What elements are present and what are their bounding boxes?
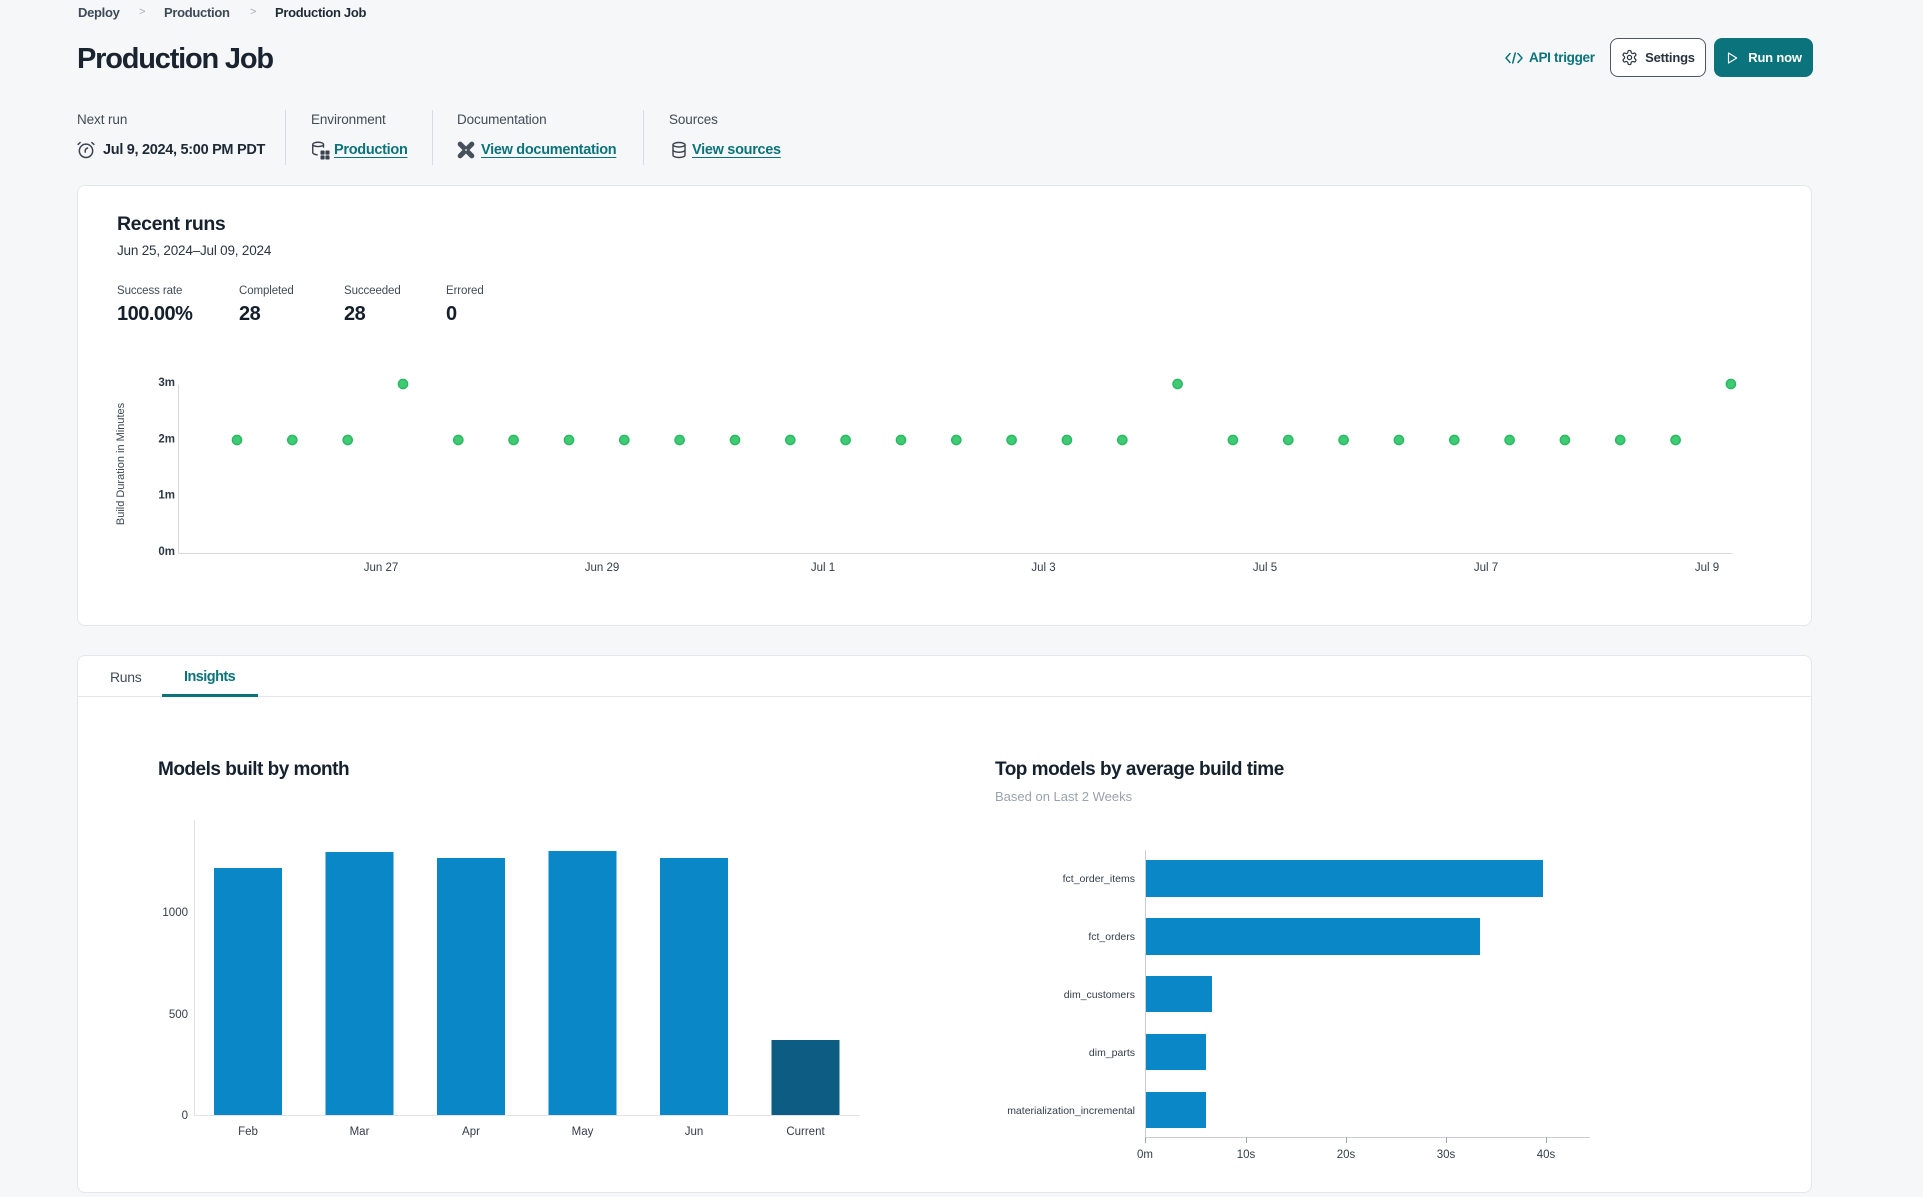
svg-text:Feb: Feb [238, 1126, 258, 1138]
svg-text:1000: 1000 [162, 907, 188, 919]
svg-text:Jul 1: Jul 1 [811, 562, 835, 574]
svg-text:0m: 0m [1137, 1149, 1153, 1161]
svg-text:10s: 10s [1237, 1149, 1256, 1161]
svg-text:fct_orders: fct_orders [1088, 931, 1135, 943]
svg-text:2m: 2m [158, 434, 175, 446]
svg-text:dim_customers: dim_customers [1064, 989, 1135, 1001]
svg-text:Build Duration in Minutes: Build Duration in Minutes [115, 402, 127, 525]
svg-text:0m: 0m [158, 546, 175, 558]
svg-text:Current: Current [786, 1126, 825, 1138]
svg-text:Jul 3: Jul 3 [1031, 562, 1055, 574]
svg-text:Jul 9: Jul 9 [1695, 562, 1719, 574]
svg-text:May: May [572, 1126, 594, 1138]
svg-text:40s: 40s [1537, 1149, 1556, 1161]
svg-text:dim_parts: dim_parts [1089, 1047, 1135, 1059]
svg-text:fct_order_items: fct_order_items [1063, 873, 1135, 885]
svg-text:30s: 30s [1437, 1149, 1456, 1161]
svg-text:20s: 20s [1337, 1149, 1356, 1161]
svg-text:3m: 3m [158, 377, 175, 389]
svg-text:Jun 27: Jun 27 [364, 562, 399, 574]
svg-text:Mar: Mar [350, 1126, 370, 1138]
svg-text:500: 500 [169, 1009, 188, 1021]
svg-text:Jun 29: Jun 29 [585, 562, 620, 574]
svg-text:materialization_incremental: materialization_incremental [1007, 1105, 1135, 1117]
svg-text:Jul 5: Jul 5 [1253, 562, 1277, 574]
svg-text:0: 0 [182, 1110, 188, 1122]
svg-text:Jun: Jun [685, 1126, 704, 1138]
svg-text:Apr: Apr [462, 1126, 480, 1138]
svg-text:Jul 7: Jul 7 [1474, 562, 1498, 574]
svg-text:1m: 1m [158, 490, 175, 502]
